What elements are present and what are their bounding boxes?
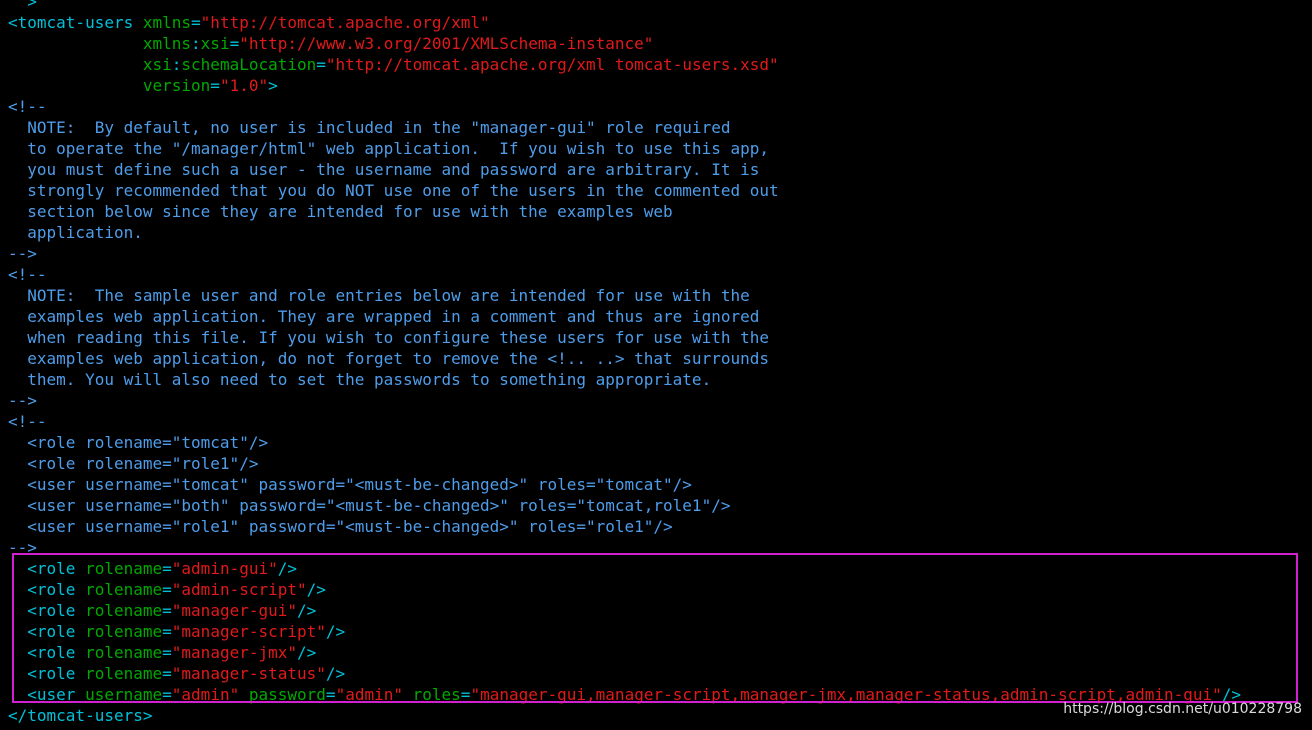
highlight-box bbox=[12, 553, 1298, 703]
code-token: <role rolename="tomcat"/> bbox=[8, 433, 269, 452]
code-token: > bbox=[268, 76, 278, 95]
watermark-text: https://blog.csdn.net/u010228798 bbox=[1063, 701, 1302, 717]
code-token: <user username="both" password="<must-be… bbox=[8, 496, 731, 515]
code-token: > bbox=[8, 0, 37, 11]
code-token: = bbox=[229, 34, 240, 53]
code-token: xmlns bbox=[8, 34, 192, 53]
code-token: them. You will also need to set the pass… bbox=[8, 370, 712, 389]
code-line: xmlns:xsi="http://www.w3.org/2001/XMLSch… bbox=[8, 33, 654, 54]
code-token: <!-- bbox=[8, 97, 47, 116]
code-line: <user username="role1" password="<must-b… bbox=[8, 516, 673, 537]
code-line: <role rolename="role1"/> bbox=[8, 453, 258, 474]
code-token: you must define such a user - the userna… bbox=[8, 160, 760, 179]
code-token: section below since they are intended fo… bbox=[8, 202, 673, 221]
code-token: application. bbox=[8, 223, 143, 242]
code-token: to operate the "/manager/html" web appli… bbox=[8, 139, 769, 158]
code-line: <role rolename="tomcat"/> bbox=[8, 432, 268, 453]
code-token: = bbox=[210, 76, 220, 95]
terminal-window[interactable]: > <tomcat-users xmlns="http://tomcat.apac… bbox=[0, 0, 1312, 730]
code-line: to operate the "/manager/html" web appli… bbox=[8, 138, 769, 159]
code-token: <!-- bbox=[8, 265, 47, 284]
code-token: <user username="tomcat" password="<must-… bbox=[8, 475, 692, 494]
code-line: when reading this file. If you wish to c… bbox=[8, 327, 769, 348]
code-line: NOTE: By default, no user is included in… bbox=[8, 117, 730, 138]
code-token: <role rolename="role1"/> bbox=[8, 454, 259, 473]
code-line: <user username="both" password="<must-be… bbox=[8, 495, 730, 516]
code-token: "http://tomcat.apache.org/xml" bbox=[200, 13, 490, 32]
code-line: <!-- bbox=[8, 96, 47, 117]
code-line: <!-- bbox=[8, 411, 47, 432]
code-line: examples web application. They are wrapp… bbox=[8, 306, 759, 327]
code-token: examples web application, do not forget … bbox=[8, 349, 769, 368]
code-token: examples web application. They are wrapp… bbox=[8, 307, 760, 326]
code-token: xmlns bbox=[133, 13, 192, 32]
code-line: NOTE: The sample user and role entries b… bbox=[8, 285, 750, 306]
code-token: NOTE: The sample user and role entries b… bbox=[8, 286, 750, 305]
code-line: section below since they are intended fo… bbox=[8, 201, 673, 222]
code-token: = bbox=[316, 55, 326, 74]
code-line: > bbox=[8, 0, 37, 12]
code-line: </tomcat-users> bbox=[8, 705, 153, 726]
code-token: "http://tomcat.apache.org/xml tomcat-use… bbox=[325, 55, 779, 74]
code-token: "1.0" bbox=[219, 76, 269, 95]
code-line: xsi:schemaLocation="http://tomcat.apache… bbox=[8, 54, 779, 75]
code-line: <tomcat-users xmlns="http://tomcat.apach… bbox=[8, 12, 490, 33]
code-token: = bbox=[191, 13, 201, 32]
code-line: you must define such a user - the userna… bbox=[8, 159, 759, 180]
code-line: application. bbox=[8, 222, 143, 243]
code-token: version bbox=[8, 76, 211, 95]
code-token: "http://www.w3.org/2001/XMLSchema-instan… bbox=[239, 34, 654, 53]
code-token: xsi bbox=[200, 34, 230, 53]
code-line: --> bbox=[8, 390, 37, 411]
code-token: : bbox=[191, 34, 201, 53]
code-token: strongly recommended that you do NOT use… bbox=[8, 181, 779, 200]
code-token: </tomcat-users> bbox=[8, 706, 153, 725]
code-token: when reading this file. If you wish to c… bbox=[8, 328, 769, 347]
code-token: <!-- bbox=[8, 412, 47, 431]
code-token: <user username="role1" password="<must-b… bbox=[8, 517, 673, 536]
code-token: : bbox=[171, 55, 182, 74]
code-token: --> bbox=[8, 244, 37, 263]
code-token: --> bbox=[8, 391, 37, 410]
code-line: strongly recommended that you do NOT use… bbox=[8, 180, 779, 201]
code-line: them. You will also need to set the pass… bbox=[8, 369, 711, 390]
code-line: <!-- bbox=[8, 264, 47, 285]
code-line: version="1.0"> bbox=[8, 75, 278, 96]
code-token: schemaLocation bbox=[181, 55, 317, 74]
code-line: <user username="tomcat" password="<must-… bbox=[8, 474, 692, 495]
code-line: --> bbox=[8, 243, 37, 264]
code-token: NOTE: By default, no user is included in… bbox=[8, 118, 731, 137]
code-line: examples web application, do not forget … bbox=[8, 348, 769, 369]
code-token: <tomcat-users bbox=[8, 13, 134, 32]
code-token: xsi bbox=[8, 55, 172, 74]
